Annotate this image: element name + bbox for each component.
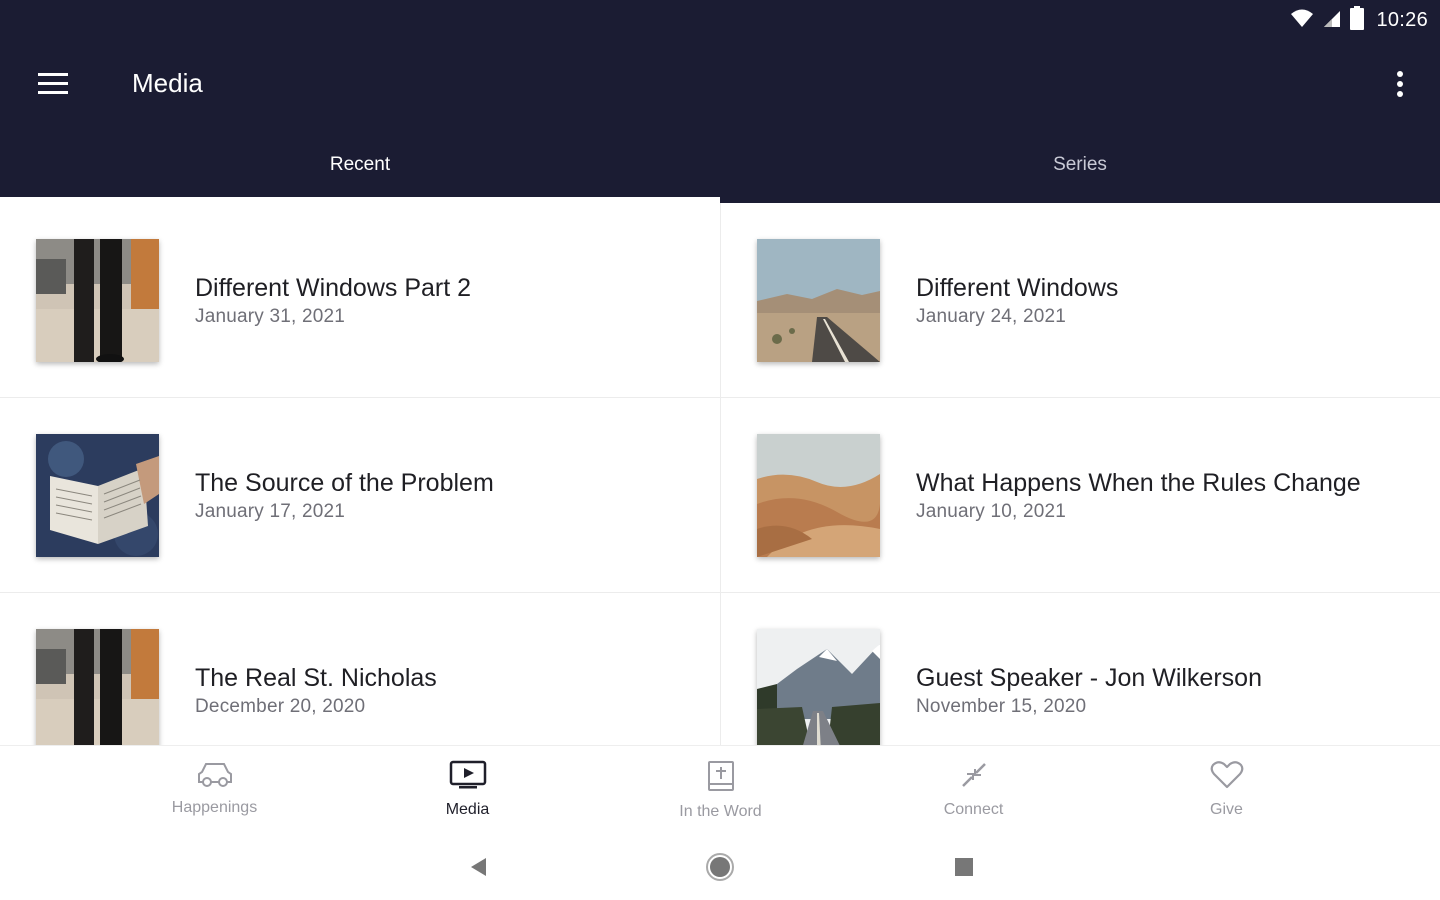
- thumbnail-desert-road: [757, 238, 880, 362]
- list-item[interactable]: Different Windows Part 2 January 31, 202…: [0, 203, 721, 398]
- status-bar: 10:26: [1290, 0, 1440, 40]
- tab-bar: Recent Series: [0, 132, 1440, 203]
- item-title: What Happens When the Rules Change: [916, 468, 1361, 497]
- nav-label: Connect: [943, 801, 1004, 818]
- item-date: January 31, 2021: [195, 305, 346, 327]
- system-navigation-bar: [0, 833, 1440, 900]
- hamburger-menu-icon: [38, 72, 68, 100]
- nav-happenings[interactable]: Happenings: [88, 746, 341, 833]
- nav-media[interactable]: Media: [341, 746, 594, 833]
- home-circle-icon: [705, 852, 735, 887]
- battery-icon: [1350, 5, 1365, 35]
- back-triangle-icon: [468, 856, 488, 883]
- bible-icon: [706, 760, 736, 797]
- nav-label: In the Word: [679, 803, 762, 820]
- nav-in-the-word[interactable]: In the Word: [594, 746, 847, 833]
- item-title: Different Windows: [916, 273, 1119, 302]
- status-time: 10:26: [1376, 8, 1428, 31]
- more-vert-icon: [1396, 70, 1404, 103]
- item-date: November 15, 2020: [916, 695, 1087, 717]
- thumbnail-mountain-road: [757, 628, 880, 745]
- item-title: Guest Speaker - Jon Wilkerson: [916, 663, 1262, 692]
- thumbnail-sand-dunes: [757, 433, 880, 557]
- item-date: January 10, 2021: [916, 500, 1067, 522]
- car-icon: [196, 760, 234, 793]
- list-item[interactable]: Guest Speaker - Jon Wilkerson November 1…: [721, 593, 1440, 745]
- page-title: Media: [132, 68, 203, 98]
- list-item[interactable]: Different Windows January 24, 2021: [721, 203, 1440, 398]
- item-title: The Real St. Nicholas: [195, 663, 437, 692]
- recents-square-icon: [954, 857, 974, 882]
- recents-button[interactable]: [944, 849, 984, 889]
- back-button[interactable]: [458, 849, 498, 889]
- item-date: January 24, 2021: [916, 305, 1067, 327]
- tab-series[interactable]: Series: [720, 132, 1440, 203]
- thumbnail-walking-legs: [36, 238, 159, 362]
- list-item[interactable]: The Source of the Problem January 17, 20…: [0, 398, 721, 593]
- wifi-icon: [1290, 8, 1314, 33]
- item-date: December 20, 2020: [195, 695, 366, 717]
- app-header: 10:26 Media Recent Series: [0, 0, 1440, 203]
- tv-icon: [449, 760, 487, 795]
- nav-connect[interactable]: Connect: [847, 746, 1100, 833]
- toolbar: Media: [0, 40, 1440, 132]
- item-title: Different Windows Part 2: [195, 273, 472, 302]
- media-list[interactable]: Different Windows Part 2 January 31, 202…: [0, 203, 1440, 745]
- menu-button[interactable]: [24, 62, 84, 110]
- item-title: The Source of the Problem: [195, 468, 494, 497]
- more-options-button[interactable]: [1380, 64, 1420, 108]
- item-date: January 17, 2021: [195, 500, 346, 522]
- signal-icon: [1322, 8, 1342, 33]
- nav-label: Happenings: [171, 799, 258, 816]
- bottom-navigation: Happenings Media In the Word Connect Giv…: [0, 745, 1440, 833]
- tab-recent[interactable]: Recent: [0, 132, 720, 203]
- heart-icon: [1210, 760, 1244, 795]
- list-item[interactable]: What Happens When the Rules Change Janua…: [721, 398, 1440, 593]
- nav-give[interactable]: Give: [1100, 746, 1353, 833]
- nav-label: Media: [445, 801, 490, 818]
- connect-icon: [959, 760, 989, 795]
- home-button[interactable]: [700, 849, 740, 889]
- nav-label: Give: [1210, 801, 1243, 818]
- list-item[interactable]: The Real St. Nicholas December 20, 2020: [0, 593, 721, 745]
- thumbnail-walking-legs: [36, 628, 159, 745]
- thumbnail-open-bible: [36, 433, 159, 557]
